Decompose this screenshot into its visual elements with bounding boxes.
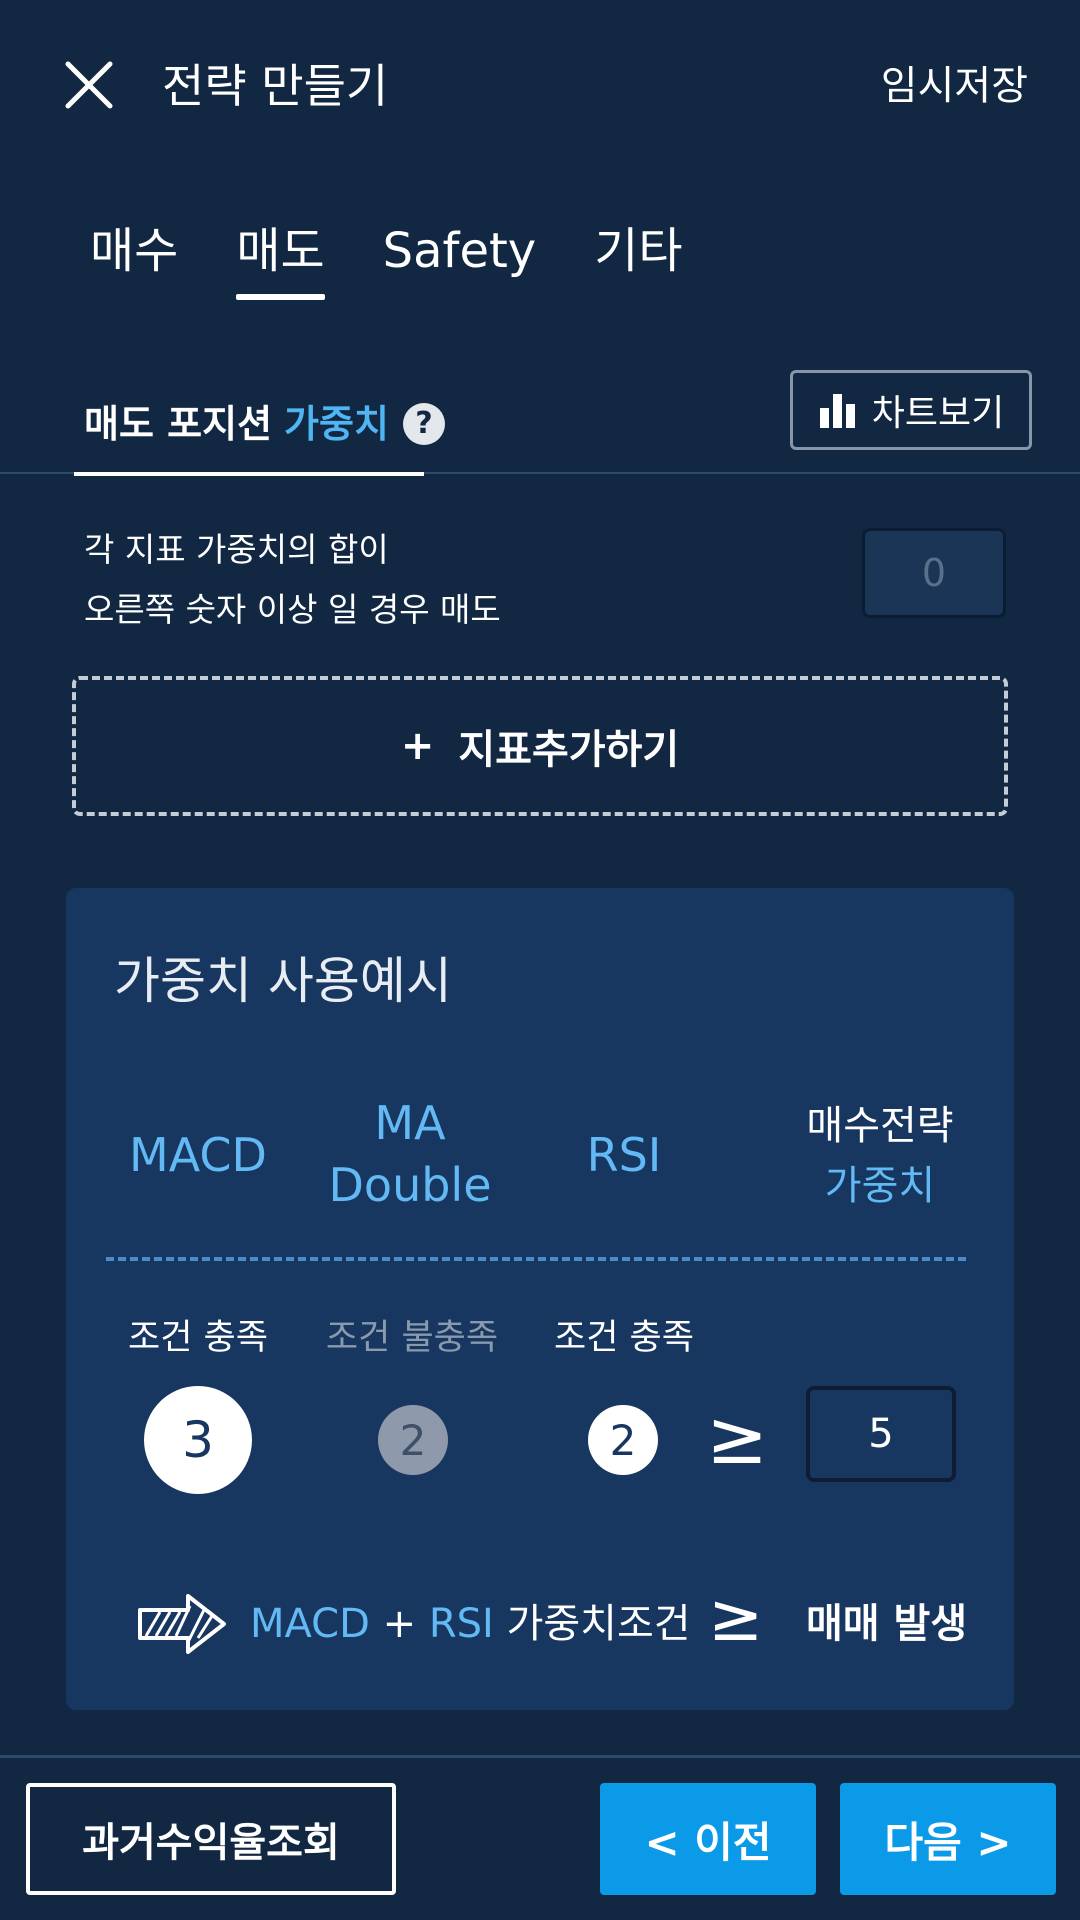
column-buy-weight-line2: 가중치: [824, 1163, 936, 1209]
column-ma-double: MA Double: [300, 1092, 520, 1216]
bar-chart-icon: [819, 394, 855, 428]
threshold-input[interactable]: 0: [862, 528, 1006, 618]
formula-plus: +: [382, 1601, 417, 1647]
prev-button[interactable]: < 이전: [600, 1783, 816, 1895]
help-icon[interactable]: ?: [402, 403, 445, 445]
view-chart-button[interactable]: 차트보기: [790, 370, 1032, 450]
next-button[interactable]: 다음 >: [840, 1783, 1056, 1895]
example-title: 가중치 사용예시: [114, 952, 452, 1010]
formula-greater-equal-symbol: ≥: [708, 1579, 764, 1656]
page-title: 전략 만들기: [162, 59, 389, 113]
temp-save-button[interactable]: 임시저장: [881, 56, 1028, 116]
weight-badge-rsi: 2: [588, 1405, 658, 1475]
tab-sell[interactable]: 매도: [236, 216, 325, 300]
formula-weight-condition: 가중치조건: [506, 1601, 691, 1647]
column-ma-line2: Double: [328, 1158, 492, 1212]
plus-icon: +: [400, 723, 435, 769]
add-indicator-label: 지표추가하기: [458, 727, 680, 773]
tab-bar: 매수 매도 Safety 기타: [90, 216, 741, 300]
add-indicator-button[interactable]: + 지표추가하기: [72, 676, 1008, 816]
section-title-accent: 가중치: [284, 402, 389, 446]
example-divider: [106, 1257, 966, 1261]
section-underline: [74, 472, 424, 476]
close-icon[interactable]: [62, 58, 116, 112]
column-ma-line1: MA: [374, 1096, 446, 1150]
condition-rsi: 조건 충족: [554, 1318, 694, 1358]
formula-macd: MACD: [250, 1601, 370, 1647]
condition-macd: 조건 충족: [128, 1318, 268, 1358]
weight-badge-macd: 3: [144, 1386, 252, 1494]
view-chart-label: 차트보기: [871, 393, 1005, 434]
arrow-right-icon: [136, 1592, 228, 1656]
section-title: 매도 포지션 가중치 ?: [84, 396, 445, 452]
target-weight-box: 5: [806, 1386, 956, 1482]
column-rsi: RSI: [586, 1128, 662, 1182]
sell-description: 각 지표 가중치의 합이 오른쪽 숫자 이상 일 경우 매도: [84, 520, 501, 640]
formula-rsi: RSI: [428, 1601, 494, 1647]
description-line-1: 각 지표 가중치의 합이: [84, 530, 389, 569]
tab-buy[interactable]: 매수: [90, 216, 178, 286]
tab-etc[interactable]: 기타: [594, 216, 682, 286]
column-macd: MACD: [129, 1128, 267, 1182]
greater-equal-symbol: ≥: [706, 1395, 769, 1481]
trade-occur-text: 매매 발생: [806, 1601, 968, 1647]
weight-badge-ma-double: 2: [378, 1405, 448, 1475]
column-buy-weight-line1: 매수전략: [806, 1103, 954, 1149]
footer-divider: [0, 1755, 1080, 1758]
tab-safety[interactable]: Safety: [383, 216, 537, 286]
column-buy-weight: 매수전략 가중치: [770, 1096, 990, 1216]
condition-ma-double: 조건 불충족: [325, 1318, 499, 1358]
section-title-main: 매도 포지션: [84, 402, 273, 446]
formula-text: MACD + RSI 가중치조건: [250, 1592, 691, 1656]
description-line-2: 오른쪽 숫자 이상 일 경우 매도: [84, 590, 501, 629]
past-returns-button[interactable]: 과거수익율조회: [26, 1783, 396, 1895]
